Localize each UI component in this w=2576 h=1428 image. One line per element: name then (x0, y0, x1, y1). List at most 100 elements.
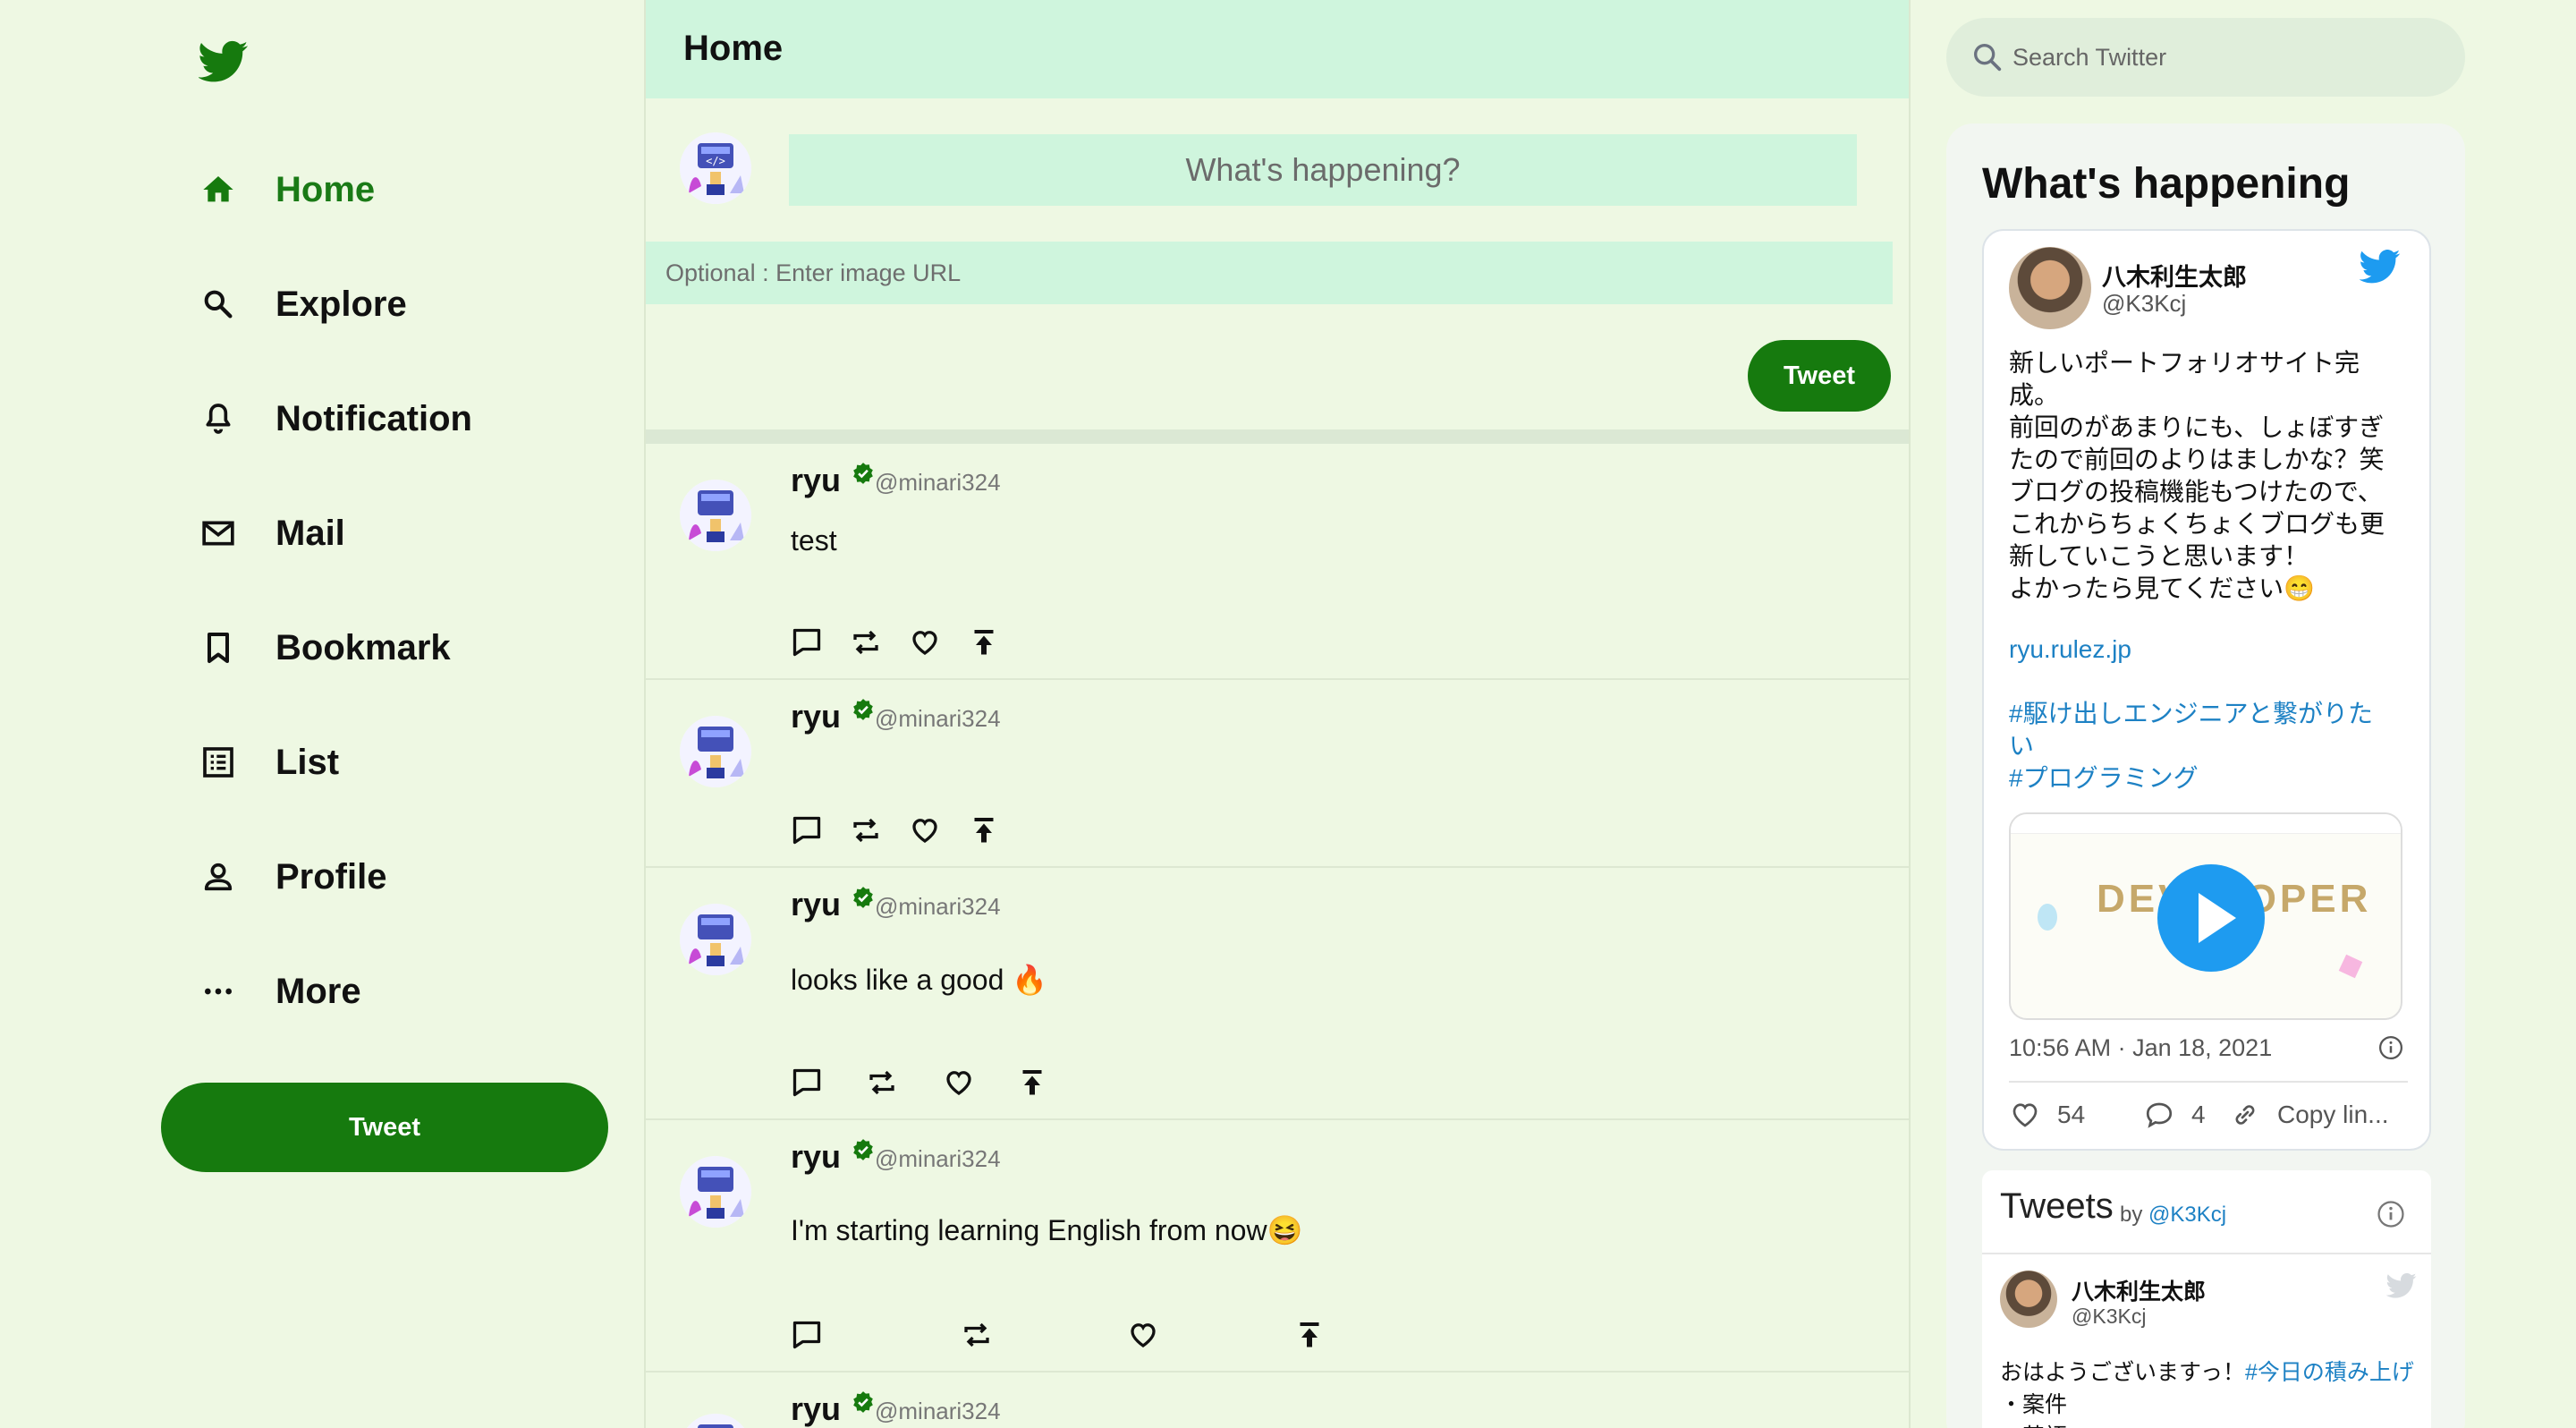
retweet-icon[interactable] (864, 1065, 900, 1101)
twitter-bird-icon[interactable] (198, 39, 249, 84)
svg-text:</>: </> (706, 155, 725, 167)
verified-icon (852, 698, 875, 721)
info-icon[interactable] (2377, 1034, 2404, 1066)
timeline-heading: Tweets (2000, 1186, 2114, 1226)
mail-icon (197, 512, 240, 555)
search-input[interactable] (2012, 38, 2442, 77)
search-icon (197, 283, 240, 326)
post-author-name: ryu (791, 698, 842, 735)
share-icon[interactable] (966, 625, 1002, 660)
post[interactable]: ryu @minari324 (646, 1373, 1909, 1428)
embed-copy-link-button[interactable]: Copy lin... (2229, 1099, 2389, 1131)
home-icon (197, 168, 240, 211)
nav-item-home[interactable]: Home (197, 154, 375, 225)
twitter-bird-icon[interactable] (2359, 249, 2401, 289)
timeline-author-avatar (2000, 1271, 2057, 1328)
speech-bubble-icon (2146, 1102, 2173, 1128)
heart-icon[interactable] (1125, 1317, 1161, 1353)
nav-label-profile: Profile (275, 856, 387, 897)
post[interactable]: ryu @minari324 looks like a good 🔥 (646, 868, 1909, 1120)
nav-item-bookmark[interactable]: Bookmark (197, 612, 451, 684)
reply-count: 4 (2191, 1101, 2206, 1128)
reply-icon[interactable] (789, 812, 825, 848)
section-divider (646, 429, 1909, 444)
share-icon[interactable] (1014, 1065, 1050, 1101)
embed-author-avatar (2009, 247, 2091, 329)
post[interactable]: ryu @minari324 test (646, 444, 1909, 680)
nav-item-explore[interactable]: Explore (197, 268, 407, 340)
share-icon[interactable] (966, 812, 1002, 848)
embed-text: 新しいポートフォリオサイト完 成。 前回のがあまりにも、しょぼすぎ たので前回の… (2009, 349, 2385, 602)
compose-input[interactable] (789, 134, 1857, 206)
play-icon[interactable] (2157, 864, 2265, 972)
embed-video[interactable]: DEVELOPER (2009, 812, 2402, 1020)
nav-item-notification[interactable]: Notification (197, 383, 472, 455)
heart-icon[interactable] (907, 625, 943, 660)
bell-icon (197, 397, 240, 440)
nav-label-more: More (275, 971, 361, 1011)
nav-label-bookmark: Bookmark (275, 627, 451, 667)
share-icon[interactable] (1292, 1317, 1327, 1353)
nav-item-mail[interactable]: Mail (197, 497, 345, 569)
page: Home Explore Notification Mail Bookmark … (0, 0, 2576, 1428)
nav-item-more[interactable]: More (197, 956, 361, 1027)
post[interactable]: ryu @minari324 (646, 680, 1909, 868)
image-url-input[interactable] (646, 242, 1893, 304)
heart-icon[interactable] (907, 812, 943, 848)
post-avatar (680, 1156, 751, 1228)
embed-author-name: 八木利生太郎 (2102, 264, 2247, 291)
nav-item-list[interactable]: List (197, 727, 339, 798)
post-author-handle: @minari324 (875, 1398, 1001, 1424)
embedded-timeline: Tweets by @K3Kcj 八木利生太郎 @K3Kcj おはようございます… (1982, 1170, 2431, 1428)
retweet-icon[interactable] (848, 812, 884, 848)
post-author-name: ryu (791, 1138, 842, 1175)
nav-item-profile[interactable]: Profile (197, 841, 386, 913)
embed-reply-button[interactable]: 4 (2143, 1099, 2206, 1131)
right-column: What's happening 八木利生太郎 @K3Kcj 新しいポートフォリ… (1911, 0, 2576, 1428)
info-icon[interactable] (2376, 1199, 2406, 1234)
heart-icon[interactable] (941, 1065, 977, 1101)
post[interactable]: ryu @minari324 I'm starting learning Eng… (646, 1120, 1909, 1373)
timeline-author-name: 八木利生太郎 (2072, 1279, 2207, 1305)
sidebar-tweet-button[interactable]: Tweet (161, 1083, 608, 1172)
trends-panel: What's happening 八木利生太郎 @K3Kcj 新しいポートフォリ… (1946, 123, 2465, 1428)
post-text: looks like a good 🔥 (791, 964, 1048, 996)
reply-icon[interactable] (789, 625, 825, 660)
decor-shape (2038, 904, 2057, 931)
decor-shape (2338, 954, 2363, 979)
person-icon (197, 855, 240, 898)
embed-hashtags[interactable]: #駆け出しエンジニアと繋がりた い #プログラミング (2009, 698, 2411, 795)
twitter-bird-icon[interactable] (2385, 1272, 2417, 1304)
verified-icon (852, 886, 875, 909)
timeline-author-handle: @K3Kcj (2072, 1305, 2147, 1328)
post-author-name: ryu (791, 886, 842, 922)
verified-icon (852, 462, 875, 485)
list-icon (197, 741, 240, 784)
post-author-handle: @minari324 (875, 1145, 1001, 1172)
reply-icon[interactable] (789, 1065, 825, 1101)
timeline-by: by @K3Kcj (2120, 1203, 2226, 1228)
nav-label-notification: Notification (275, 398, 472, 438)
post-author-handle: @minari324 (875, 893, 1001, 920)
nav-label-explore: Explore (275, 284, 407, 324)
retweet-icon[interactable] (848, 625, 884, 660)
post-avatar (680, 716, 751, 787)
video-topbar (2011, 814, 2401, 834)
main-column: Home </> Tweet ryu @minari324 test ryu @… (644, 0, 1911, 1428)
compose-tweet-button[interactable]: Tweet (1748, 340, 1891, 412)
timeline-by-handle[interactable]: @K3Kcj (2148, 1203, 2226, 1227)
embed-like-button[interactable]: 54 (2009, 1099, 2085, 1131)
embed-author-handle: @K3Kcj (2102, 290, 2187, 317)
embed-link[interactable]: ryu.rulez.jp (2009, 635, 2131, 664)
timeline-hashtag[interactable]: #今日の積み上げ (2245, 1360, 2414, 1385)
page-title: Home (683, 29, 784, 68)
post-author-handle: @minari324 (875, 705, 1001, 732)
search-box[interactable] (1946, 18, 2465, 97)
embed-timestamp: 10:56 AM · Jan 18, 2021 (2009, 1034, 2273, 1061)
reply-icon[interactable] (789, 1317, 825, 1353)
nav-label-home: Home (275, 169, 376, 209)
verified-icon (852, 1390, 875, 1414)
embedded-tweet[interactable]: 八木利生太郎 @K3Kcj 新しいポートフォリオサイト完 成。 前回のがあまりに… (1982, 229, 2431, 1151)
retweet-icon[interactable] (959, 1317, 995, 1353)
nav-label-mail: Mail (275, 513, 345, 553)
